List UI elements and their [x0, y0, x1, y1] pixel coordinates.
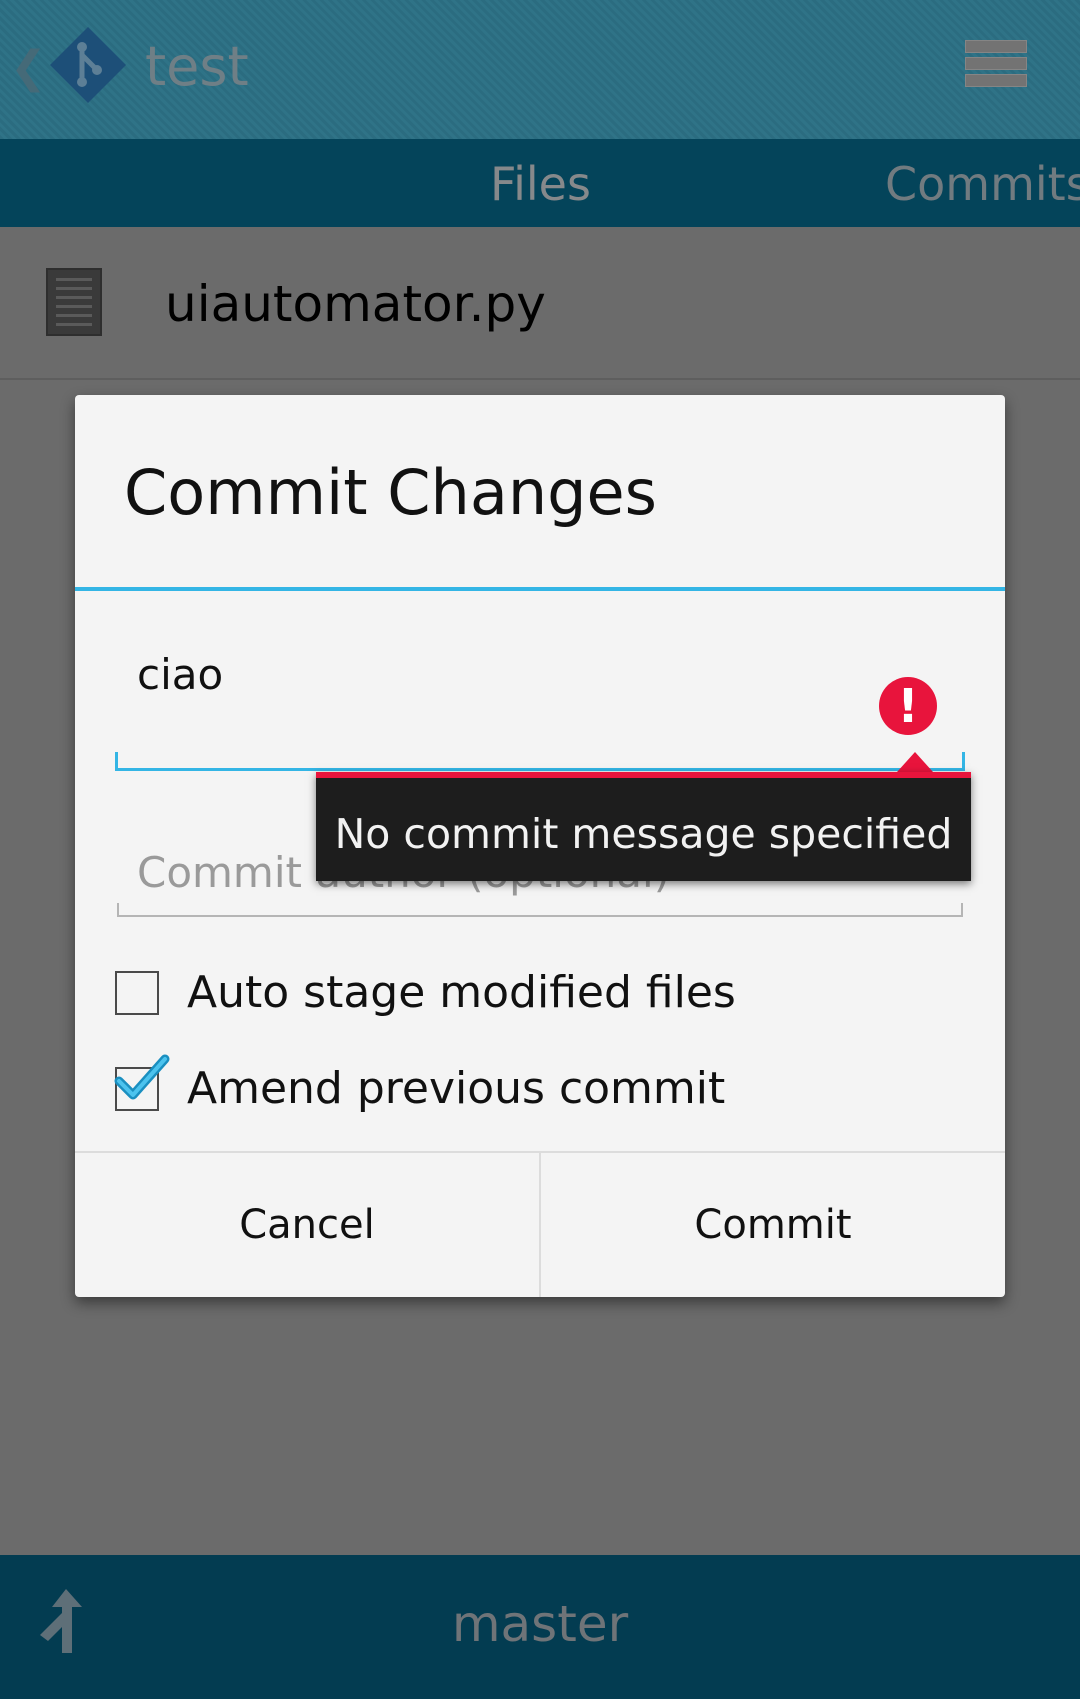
auto-stage-label: Auto stage modified files — [187, 967, 736, 1018]
tab-bar: Files Commits — [0, 139, 1080, 227]
tab-files[interactable]: Files — [490, 157, 591, 211]
tab-commits[interactable]: Commits — [885, 157, 1080, 211]
message-underline-left — [115, 752, 118, 771]
author-underline-left — [117, 903, 119, 917]
file-name: uiautomator.py — [165, 275, 546, 333]
title-divider — [75, 587, 1005, 591]
auto-stage-checkbox[interactable] — [115, 971, 159, 1015]
cancel-button[interactable]: Cancel — [75, 1153, 539, 1297]
storage-menu-icon[interactable] — [965, 40, 1027, 96]
action-bar: ❮ test — [0, 0, 1080, 139]
file-list-item[interactable]: uiautomator.py — [0, 227, 1080, 380]
git-logo-icon[interactable] — [48, 25, 128, 105]
error-message: No commit message specified — [334, 810, 953, 858]
author-underline-right — [961, 903, 963, 917]
checkmark-icon — [114, 1054, 170, 1100]
error-popup-arrow — [897, 752, 933, 772]
author-underline — [117, 915, 963, 917]
message-underline-right — [962, 752, 965, 771]
commit-message-input[interactable] — [137, 650, 637, 700]
commit-button[interactable]: Commit — [541, 1153, 1005, 1297]
bottom-bar: master — [0, 1555, 1080, 1699]
branch-name[interactable]: master — [0, 1595, 1080, 1653]
message-underline — [115, 768, 965, 771]
document-icon — [46, 268, 102, 336]
amend-commit-label: Amend previous commit — [187, 1063, 726, 1114]
error-exclamation-icon[interactable]: ! — [879, 677, 937, 735]
error-popup: No commit message specified — [316, 772, 971, 881]
chevron-left-icon[interactable]: ❮ — [10, 46, 47, 90]
app-title: test — [145, 35, 249, 98]
dialog-title: Commit Changes — [124, 456, 657, 529]
